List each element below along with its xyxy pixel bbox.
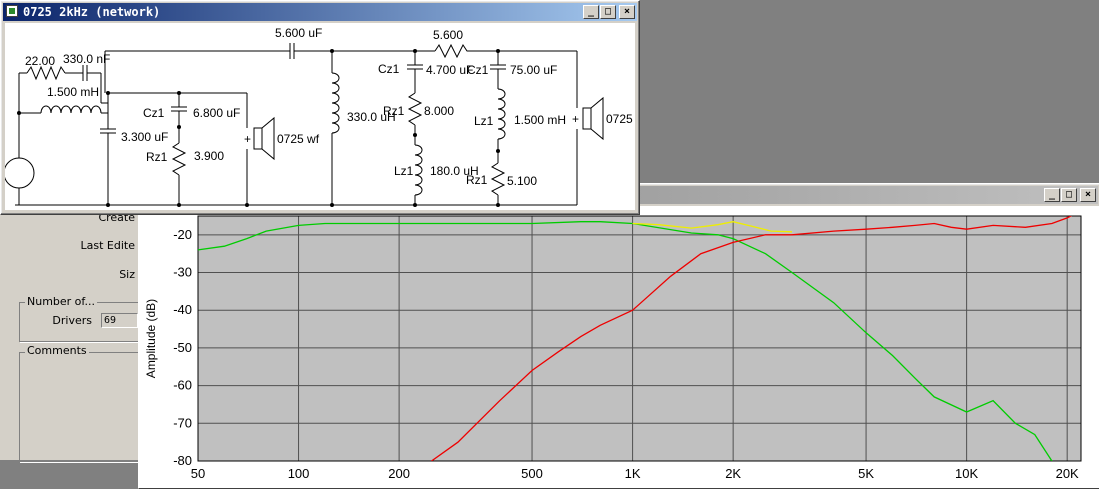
properties-panel: Create Last Edite Siz Number of... Drive… <box>0 205 140 462</box>
x-tick-label: 20K <box>1056 466 1079 481</box>
app-icon <box>6 5 18 17</box>
x-tick-label: 200 <box>388 466 410 481</box>
comments-group <box>19 352 140 462</box>
frequency-response-chart: 50 100 200 500 1K 2K 5K 10K 20K -20 -30 -40 -50 -60 -7… <box>144 215 1082 481</box>
x-tick-label: 50 <box>191 466 205 481</box>
y-tick-label: -40 <box>173 302 192 317</box>
drivers-field[interactable]: 69 <box>101 313 138 328</box>
y-tick-label: -50 <box>173 340 192 355</box>
cz1-tw-label: Cz1 <box>378 62 400 76</box>
comments-title: Comments <box>25 344 89 357</box>
x-tick-label: 2K <box>725 466 741 481</box>
rz1-tw-label: Rz1 <box>383 104 405 118</box>
maximize-button[interactable]: □ <box>1061 188 1077 202</box>
drivers-label: Drivers <box>52 314 92 327</box>
y-tick-label: -20 <box>173 227 192 242</box>
minimize-button[interactable]: _ <box>1044 188 1060 202</box>
y-axis-label: Amplitude (dB) <box>144 299 158 378</box>
rz1b-value: 5.100 <box>507 174 537 188</box>
r-att-value: 5.600 <box>433 28 463 42</box>
cz1-wf-value: 6.800 uF <box>193 106 240 120</box>
crossover-schematic: 22.00 330.0 nF 1.500 mH 3.300 uF Cz1 6.8… <box>3 26 633 207</box>
cz1b-label: Cz1 <box>467 63 489 77</box>
l1-value: 1.500 mH <box>47 85 99 99</box>
c1-value: 330.0 nF <box>63 52 110 66</box>
response-chart-window[interactable]: _ □ × 50 100 200 500 1K 2K 5K 10K 20K -20 -30 -40 -5… <box>138 183 1099 489</box>
y-tick-label: -60 <box>173 378 192 393</box>
lz1-tw-label: Lz1 <box>394 164 414 178</box>
cz1b-value: 75.00 uF <box>510 63 557 77</box>
x-tick-label: 5K <box>858 466 874 481</box>
rz1b-label: Rz1 <box>466 173 488 187</box>
minimize-button[interactable]: _ <box>583 5 599 19</box>
y-tick-label: -80 <box>173 453 192 468</box>
lz1b-label: Lz1 <box>474 114 494 128</box>
c-hp-value: 5.600 uF <box>275 26 322 40</box>
last-edited-label: Last Edite <box>80 239 135 252</box>
number-of-title: Number of... <box>25 295 97 308</box>
plot-background <box>198 216 1081 461</box>
lz1b-value: 1.500 mH <box>514 113 566 127</box>
size-label: Siz <box>119 268 135 281</box>
close-button[interactable]: × <box>1080 188 1096 202</box>
rz1-wf-label: Rz1 <box>146 150 168 164</box>
network-titlebar[interactable]: 0725 2kHz (network) _ □ × <box>3 3 637 21</box>
cz1-wf-label: Cz1 <box>143 106 165 120</box>
driver-tw-label: 0725 <box>606 112 633 126</box>
rz1-tw-value: 8.000 <box>424 104 454 118</box>
network-title: 0725 2kHz (network) <box>23 5 161 19</box>
x-tick-label: 1K <box>625 466 641 481</box>
tw-plus: + <box>572 112 579 126</box>
x-tick-label: 100 <box>288 466 310 481</box>
r1-value: 22.00 <box>25 54 55 68</box>
x-tick-label: 10K <box>955 466 978 481</box>
chart-area: 50 100 200 500 1K 2K 5K 10K 20K -20 -30 -40 -50 -60 -7… <box>139 206 1099 488</box>
y-tick-label: -70 <box>173 415 192 430</box>
close-button[interactable]: × <box>619 5 635 19</box>
wf-plus: + <box>244 132 251 146</box>
maximize-button[interactable]: □ <box>600 5 616 19</box>
driver-wf-label: 0725 wf <box>277 132 320 146</box>
schematic-canvas[interactable]: 22.00 330.0 nF 1.500 mH 3.300 uF Cz1 6.8… <box>3 23 635 210</box>
network-window[interactable]: 0725 2kHz (network) _ □ × 22.00 330.0 nF… <box>0 0 640 215</box>
x-tick-label: 500 <box>521 466 543 481</box>
y-tick-label: -30 <box>173 265 192 280</box>
rz1-wf-value: 3.900 <box>194 149 224 163</box>
c2-value: 3.300 uF <box>121 130 168 144</box>
